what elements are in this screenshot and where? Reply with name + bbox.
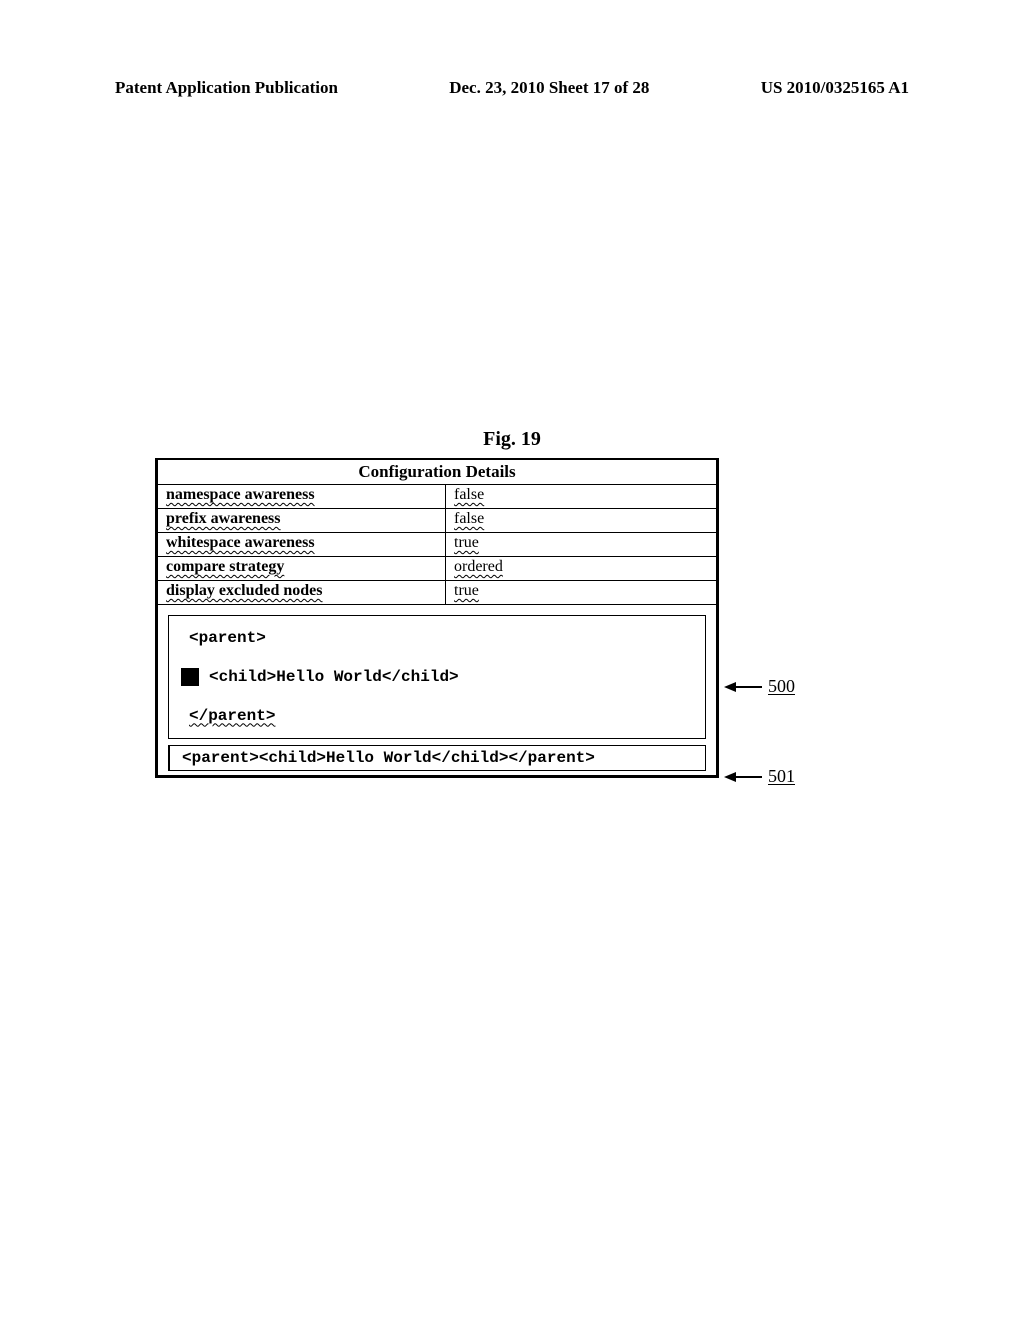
config-key: prefix awareness <box>158 509 446 532</box>
xml-panel-1: <parent> <child>Hello World</child> </pa… <box>168 615 706 739</box>
header-right: US 2010/0325165 A1 <box>761 78 909 98</box>
arrow-head-icon <box>724 772 736 782</box>
config-key: namespace awareness <box>158 485 446 508</box>
reference-number: 501 <box>768 766 795 787</box>
marker-square-icon <box>181 668 199 686</box>
reference-number: 500 <box>768 676 795 697</box>
xml-line: <parent> <box>189 626 693 651</box>
config-key: display excluded nodes <box>158 581 446 604</box>
config-key: whitespace awareness <box>158 533 446 556</box>
config-row: prefix awareness false <box>158 509 716 533</box>
figure-caption: Fig. 19 <box>0 428 1024 451</box>
xml-line: </parent> <box>189 704 693 729</box>
reference-501: 501 <box>724 766 795 787</box>
xml-line: <child>Hello World</child> <box>181 665 693 690</box>
config-val: false <box>446 485 716 508</box>
arrow-line-icon <box>736 686 762 688</box>
config-row: compare strategy ordered <box>158 557 716 581</box>
config-title: Configuration Details <box>158 460 716 485</box>
figure-content: Configuration Details namespace awarenes… <box>155 458 719 778</box>
arrow-line-icon <box>736 776 762 778</box>
xml-panel-2: <parent><child>Hello World</child></pare… <box>168 745 706 771</box>
header-left: Patent Application Publication <box>115 78 338 98</box>
header-center: Dec. 23, 2010 Sheet 17 of 28 <box>449 78 649 98</box>
config-val: false <box>446 509 716 532</box>
page-header: Patent Application Publication Dec. 23, … <box>115 78 909 98</box>
config-row: namespace awareness false <box>158 485 716 509</box>
config-val: true <box>446 533 716 556</box>
arrow-head-icon <box>724 682 736 692</box>
config-key: compare strategy <box>158 557 446 580</box>
outer-frame: Configuration Details namespace awarenes… <box>155 458 719 778</box>
config-row: display excluded nodes true <box>158 581 716 605</box>
config-val: true <box>446 581 716 604</box>
config-row: whitespace awareness true <box>158 533 716 557</box>
config-val: ordered <box>446 557 716 580</box>
xml-text: <child>Hello World</child> <box>209 665 459 690</box>
reference-500: 500 <box>724 676 795 697</box>
